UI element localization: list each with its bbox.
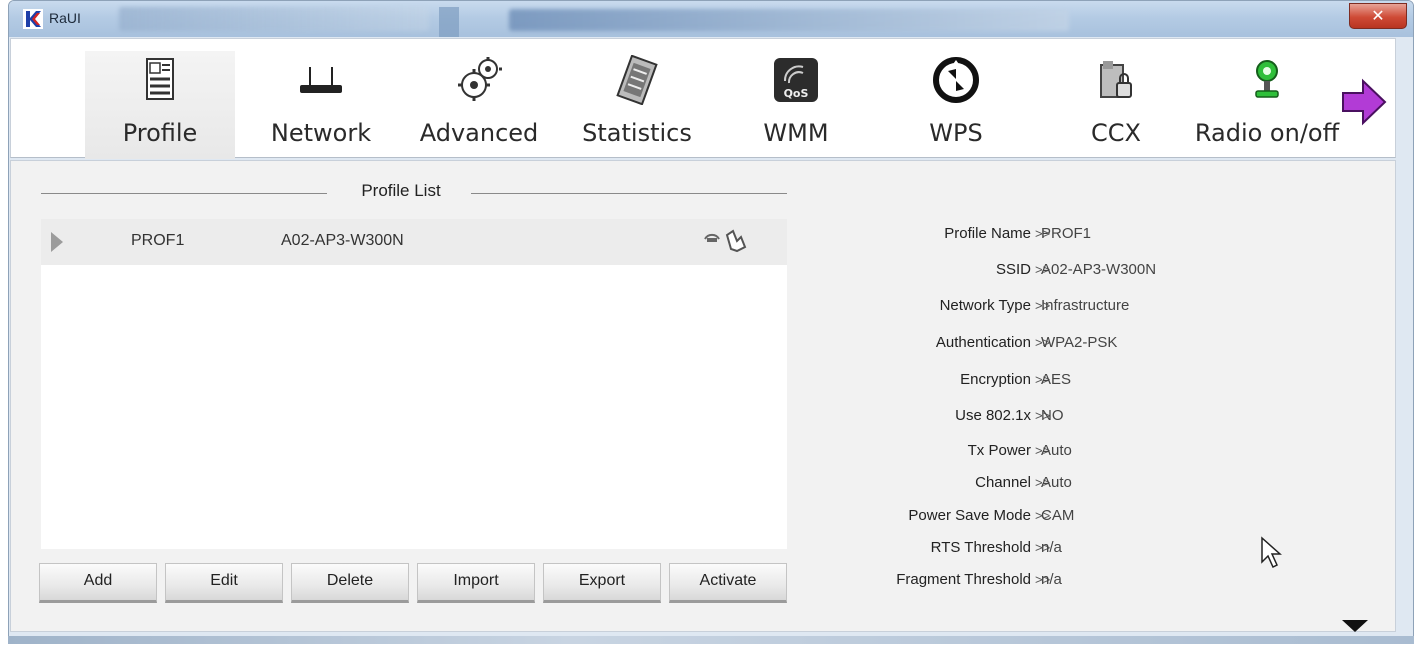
detail-fragment-threshold: Fragment Threshold >> n/a: [896, 571, 1062, 588]
scroll-down-arrow-icon[interactable]: [1342, 620, 1368, 632]
detail-tx-power: Tx Power >> Auto: [967, 442, 1072, 459]
toolbar-radio-on-off[interactable]: Radio on/off: [1187, 51, 1347, 159]
toolbar-label: Statistics: [582, 119, 692, 147]
divider: [471, 193, 787, 194]
row-selected-arrow-icon: [51, 232, 63, 252]
detail-encryption: Encryption >> AES: [960, 371, 1072, 388]
svg-text:QoS: QoS: [784, 87, 809, 100]
wps-icon: [933, 57, 979, 103]
title-bar-glass: [509, 9, 1069, 31]
toolbar-label: Radio on/off: [1194, 119, 1340, 147]
title-bar-glass: [439, 7, 459, 37]
detail-channel: Channel >> Auto: [975, 474, 1072, 491]
window-bottom-border: [8, 636, 1414, 644]
edit-button[interactable]: Edit: [165, 563, 283, 603]
profile-panel: Profile List PROF1 A02-AP3-W300N Add Edi…: [10, 160, 1396, 632]
detail-authentication: Authentication >> WPA2-PSK: [935, 334, 1118, 351]
title-bar-glass: [119, 7, 429, 31]
export-button[interactable]: Export: [543, 563, 661, 603]
profile-actions: Add Edit Delete Import Export Activate: [39, 563, 789, 605]
detail-ssid: SSID >> A02-AP3-W300N: [995, 261, 1157, 278]
toolbar-statistics[interactable]: Statistics: [567, 51, 707, 159]
statistics-icon: [616, 55, 658, 105]
profile-icon: [146, 58, 174, 100]
gears-icon: [458, 57, 502, 101]
toolbar-label: WMM: [763, 119, 829, 147]
title-bar[interactable]: RaUI ✕: [9, 1, 1413, 37]
arrow-right-icon[interactable]: [1339, 77, 1389, 127]
toolbar-advanced[interactable]: Advanced: [409, 51, 549, 159]
detail-profile-name: Profile Name >> PROF1: [944, 225, 1092, 242]
delete-button[interactable]: Delete: [291, 563, 409, 603]
connected-hand-icon: [704, 229, 747, 253]
ccx-lock-icon: [1100, 61, 1132, 98]
toolbar-label: Profile: [122, 119, 198, 147]
toolbar-profile[interactable]: Profile: [85, 51, 235, 159]
toolbar-ccx[interactable]: CCX: [1051, 51, 1181, 159]
detail-network-type: Network Type >> Infrastructure: [939, 297, 1130, 314]
import-button[interactable]: Import: [417, 563, 535, 603]
toolbar-wmm[interactable]: QoS WMM: [731, 51, 861, 159]
profile-row[interactable]: PROF1 A02-AP3-W300N: [41, 219, 787, 265]
ralink-logo-icon: [23, 9, 43, 29]
qos-icon: QoS: [774, 58, 818, 102]
toolbar-label: CCX: [1091, 119, 1141, 147]
network-router-icon: [300, 67, 342, 93]
mouse-cursor-icon: [1261, 536, 1282, 569]
profile-list-header: Profile List: [41, 181, 787, 200]
toolbar-network[interactable]: Network: [251, 51, 391, 159]
profile-list-title: Profile List: [361, 181, 441, 200]
window-title: RaUI: [49, 10, 81, 26]
profile-row-ssid: A02-AP3-W300N: [281, 232, 404, 249]
detail-use-8021x: Use 802.1x >> NO: [955, 407, 1064, 424]
add-button[interactable]: Add: [39, 563, 157, 603]
toolbar-wps[interactable]: WPS: [891, 51, 1021, 159]
radio-antenna-icon: [1255, 60, 1279, 98]
divider: [41, 193, 327, 194]
profile-list[interactable]: PROF1 A02-AP3-W300N: [41, 219, 787, 549]
toolbar-label: Advanced: [419, 119, 539, 147]
toolbar-label: WPS: [929, 119, 983, 147]
close-button[interactable]: ✕: [1349, 3, 1407, 29]
detail-power-save-mode: Power Save Mode >> CAM: [908, 507, 1075, 524]
activate-button[interactable]: Activate: [669, 563, 787, 603]
toolbar: Profile Network Advanced Statistics QoS …: [10, 38, 1396, 159]
profile-row-name: PROF1: [131, 232, 185, 249]
toolbar-label: Network: [270, 119, 372, 147]
